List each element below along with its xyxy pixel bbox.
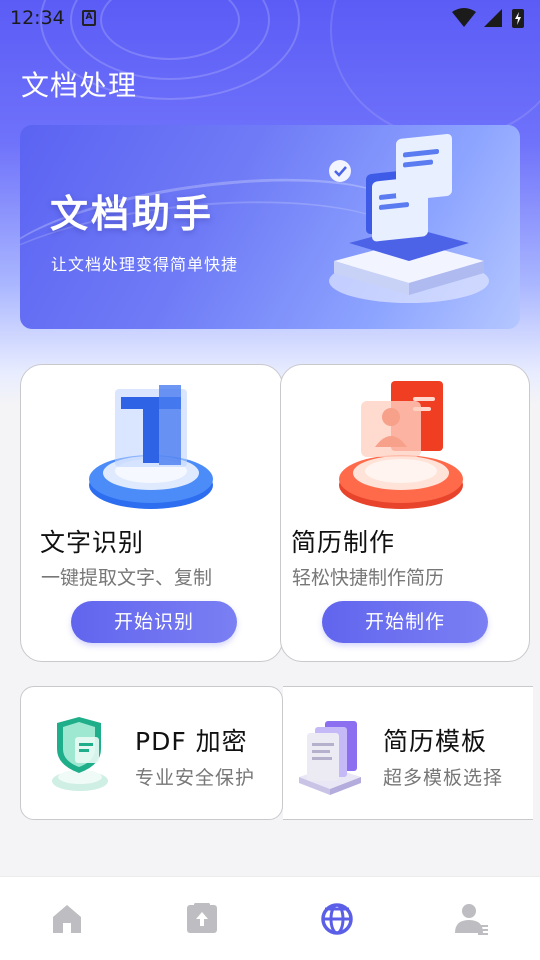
banner-title: 文档助手 [50, 192, 215, 236]
page-title: 文档处理 [21, 69, 138, 102]
start-ocr-button[interactable]: 开始识别 [71, 601, 237, 643]
banner[interactable]: 文档助手 让文档处理变得简单快捷 [20, 125, 520, 329]
notification-icon: A [82, 10, 96, 26]
signal-icon [484, 9, 502, 27]
start-resume-button[interactable]: 开始制作 [322, 601, 488, 643]
resume-title: 简历制作 [291, 528, 396, 557]
status-bar: 12:34 A [0, 0, 540, 36]
profile-icon [455, 904, 488, 935]
banner-subtitle: 让文档处理变得简单快捷 [51, 255, 239, 274]
tab-home[interactable] [47, 899, 87, 939]
ocr-description: 一键提取文字、复制 [41, 567, 213, 589]
resume-description: 轻松快捷制作简历 [292, 567, 445, 589]
pdf-encrypt-description: 专业安全保护 [135, 767, 256, 789]
resume-maker-illustration [339, 381, 463, 509]
tab-profile[interactable] [452, 899, 492, 939]
document-stack-illustration [329, 133, 489, 303]
home-icon [53, 905, 81, 933]
ocr-card[interactable]: 文字识别 一键提取文字、复制 开始识别 [20, 364, 283, 662]
text-recognition-illustration [89, 385, 213, 509]
pdf-encrypt-title: PDF 加密 [135, 727, 248, 756]
resume-template-title: 简历模板 [383, 727, 488, 756]
system-status-icons [452, 8, 524, 28]
tools-globe-icon [321, 903, 353, 935]
resume-template-card[interactable]: 简历模板 超多模板选择 [283, 686, 533, 820]
tab-tools[interactable] [317, 899, 357, 939]
template-stack-illustration [299, 721, 361, 795]
resume-card[interactable]: 简历制作 轻松快捷制作简历 开始制作 [280, 364, 530, 662]
ocr-title: 文字识别 [40, 528, 145, 557]
status-time: 12:34 [10, 7, 65, 29]
tab-documents[interactable] [182, 899, 222, 939]
document-upload-icon [187, 903, 217, 933]
bottom-tab-bar [0, 876, 540, 960]
pdf-encrypt-card[interactable]: PDF 加密 专业安全保护 [20, 686, 283, 820]
wifi-icon [452, 8, 476, 27]
resume-template-description: 超多模板选择 [383, 767, 504, 789]
shield-lock-illustration [52, 717, 108, 791]
